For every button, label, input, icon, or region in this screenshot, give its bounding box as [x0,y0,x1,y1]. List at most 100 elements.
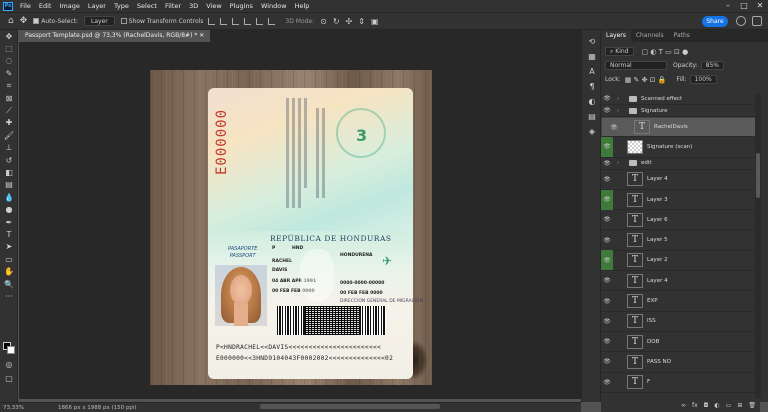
opacity-input[interactable]: 85% [700,61,725,70]
auto-select-checkbox[interactable]: Auto-Select: [33,18,78,25]
blend-mode-dropdown[interactable]: Normal [605,61,667,70]
stamp-tool-icon[interactable]: ⊥ [0,142,18,154]
zoom-tool-icon[interactable]: 🔍 [0,278,18,290]
layer-row[interactable]: 👁 › edit [601,158,760,170]
tab-layers[interactable]: Layers [601,30,631,42]
screen-mode-icon[interactable]: ▢ [0,372,18,384]
menu-type[interactable]: Type [110,0,133,12]
brush-tool-icon[interactable]: 🖌 [0,129,18,141]
3d-slide-icon[interactable]: ⇕ [358,17,365,26]
layer-row[interactable]: 👁 T EXP [601,291,760,312]
layer-row[interactable]: 👁 T PASS NO [601,352,760,373]
background-color-swatch[interactable] [7,346,15,354]
tab-channels[interactable]: Channels [631,30,669,42]
dodge-tool-icon[interactable]: ● [0,203,18,215]
close-tab-icon[interactable]: ✕ [199,32,204,39]
menu-filter[interactable]: Filter [161,0,185,12]
scroll-thumb[interactable] [756,153,760,198]
layer-row[interactable]: 👁 T Layer 3 [601,189,760,211]
filter-icons[interactable]: ▢ ◐ T ▭ ⊡ ● [642,48,689,56]
layer-row[interactable]: 👁 T Layer 6 [601,210,760,231]
visibility-eye-icon[interactable]: 👁 [601,250,613,271]
visibility-eye-icon[interactable]: 👁 [601,291,613,311]
hand-tool-icon[interactable]: ✋ [0,265,18,277]
new-layer-icon[interactable]: ⊞ [737,402,742,409]
fill-input[interactable]: 100% [689,75,717,84]
close-icon[interactable]: ✕ [752,0,768,12]
align-middle-icon[interactable] [256,17,264,25]
add-mask-icon[interactable]: ◘ [704,402,709,409]
workspace-icon[interactable] [752,16,762,26]
share-button[interactable]: Share [702,16,728,27]
paragraph-panel-icon[interactable]: ¶ [582,79,602,94]
shape-tool-icon[interactable]: ▭ [0,253,18,265]
minimize-icon[interactable]: – [720,0,736,12]
menu-file[interactable]: File [16,0,35,12]
chevron-right-icon[interactable]: › [617,108,619,114]
visibility-eye-icon[interactable]: 👁 [601,332,613,352]
layer-style-icon[interactable]: fx [692,402,698,409]
chevron-right-icon[interactable]: › [617,96,619,102]
layer-row[interactable]: 👁 T Layer 2 [601,250,760,272]
visibility-eye-icon[interactable]: 👁 [601,372,613,392]
horizontal-scrollbar[interactable] [260,404,440,409]
kind-filter-dropdown[interactable]: ⌕ Kind [605,47,634,56]
visibility-eye-icon[interactable]: 👁 [601,169,613,189]
new-group-icon[interactable]: ▭ [726,402,732,409]
visibility-eye-icon[interactable]: 👁 [608,117,620,137]
gradient-tool-icon[interactable]: ▤ [0,179,18,191]
3d-orbit-icon[interactable]: ⊙ [320,17,327,26]
blur-tool-icon[interactable]: 💧 [0,191,18,203]
home-icon[interactable]: ⌂ [8,16,14,26]
search-icon[interactable] [736,16,746,26]
menu-help[interactable]: Help [291,0,314,12]
3d-roll-icon[interactable]: ↻ [333,17,340,26]
menu-plugins[interactable]: Plugins [226,0,257,12]
menu-view[interactable]: View [202,0,225,12]
3d-pan-icon[interactable]: ✣ [346,17,353,26]
move-tool-icon[interactable]: ✥ [20,16,28,26]
show-transform-checkbox[interactable]: Show Transform Controls [120,18,203,25]
link-layers-icon[interactable]: ∞ [681,402,686,409]
layer-row[interactable]: 👁 › Signature [601,105,760,117]
quick-mask-icon[interactable]: ◎ [0,358,18,370]
menu-image[interactable]: Image [55,0,83,12]
3d-scale-icon[interactable]: ▣ [371,17,379,26]
eraser-tool-icon[interactable]: ◧ [0,166,18,178]
align-center-icon[interactable] [220,17,228,25]
layer-row[interactable]: 👁 Signature (scan) [601,136,760,158]
menu-3d[interactable]: 3D [185,0,202,12]
document-tab[interactable]: Passport Template.psd @ 73,3% (RachelDav… [19,30,211,42]
frame-tool-icon[interactable]: ⊠ [0,92,18,104]
adjustment-layer-icon[interactable]: ◐ [714,402,719,409]
crop-tool-icon[interactable]: ⌗ [0,80,18,92]
delete-layer-icon[interactable]: 🗑 [748,402,756,409]
properties-panel-icon[interactable]: ▦ [582,49,602,64]
maximize-icon[interactable]: □ [736,0,752,12]
lock-icons[interactable]: ▦ ✎ ✥ ⊡ 🔒 [625,76,667,84]
tab-paths[interactable]: Paths [669,30,695,42]
type-tool-icon[interactable]: T [0,228,18,240]
menu-layer[interactable]: Layer [84,0,110,12]
more-tools-icon[interactable]: ··· [0,290,18,302]
adjustments-panel-icon[interactable]: ◐ [582,94,602,109]
auto-select-dropdown[interactable]: Layer [84,16,115,26]
layer-row[interactable]: 👁 › Scanned effect [601,93,760,105]
layer-row[interactable]: 👁 T F [601,373,760,393]
align-bottom-icon[interactable] [268,17,276,25]
layer-row[interactable]: 👁 T Layer 4 [601,170,760,190]
align-left-icon[interactable] [208,17,216,25]
layer-row[interactable]: 👁 T Layer 4 [601,271,760,292]
layer-row[interactable]: 👁 T DOB [601,332,760,353]
lasso-tool-icon[interactable]: ◌ [0,55,18,67]
visibility-eye-icon[interactable]: 👁 [601,271,613,291]
visibility-eye-icon[interactable]: 👁 [601,189,613,210]
pen-tool-icon[interactable]: ✒ [0,216,18,228]
menu-window[interactable]: Window [257,0,291,12]
libraries-panel-icon[interactable]: ▤ [582,109,602,124]
layer-row[interactable]: 👁 T RachelDavis [601,117,760,138]
move-tool-icon[interactable]: ✥ [0,30,18,42]
menu-edit[interactable]: Edit [35,0,56,12]
visibility-eye-icon[interactable]: 👁 [601,352,613,372]
visibility-eye-icon[interactable]: 👁 [601,210,613,230]
